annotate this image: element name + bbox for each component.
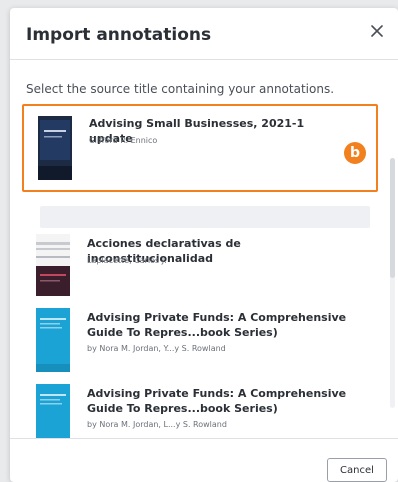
close-icon [371,24,383,42]
cancel-button[interactable]: Cancel [327,458,387,482]
book-title: Advising Private Funds: A Comprehensive … [87,311,347,339]
book-author: by Nora M. Jordan, L...y S. Rowland [87,420,227,429]
loading-placeholder [40,206,370,228]
book-cover [38,116,72,180]
book-author: by Nora M. Jordan, Y...y S. Rowland [87,344,226,353]
book-title: Advising Private Funds: A Comprehensive … [87,387,347,415]
book-cover [36,308,70,372]
book-cover [36,384,70,438]
book-cover [36,234,70,296]
source-title-list: Advising Small Businesses, 2021-1 update… [10,102,380,438]
import-annotations-dialog: Import annotations Select the source tit… [10,8,398,482]
book-author: Clifford R. Ennico [89,136,158,145]
close-button[interactable] [366,22,388,44]
book-author: Laplacette, Carlos J. [87,256,167,265]
dialog-header: Import annotations [10,8,398,60]
instruction-text: Select the source title containing your … [26,82,335,96]
dialog-title: Import annotations [26,25,212,45]
list-item-advising-private-funds-1[interactable]: Advising Private Funds: A Comprehensive … [22,306,378,380]
list-item-advising-private-funds-2[interactable]: Advising Private Funds: A Comprehensive … [22,384,378,438]
scrollbar-thumb[interactable] [390,158,395,278]
annotation-marker-b: b [344,142,366,164]
dialog-footer: Cancel [10,438,398,482]
list-item-acciones-declarativas[interactable]: Acciones declarativas de inconstituciona… [22,230,378,304]
list-scrollbar[interactable] [390,158,395,408]
list-item-advising-small-businesses[interactable]: Advising Small Businesses, 2021-1 update… [22,104,378,192]
